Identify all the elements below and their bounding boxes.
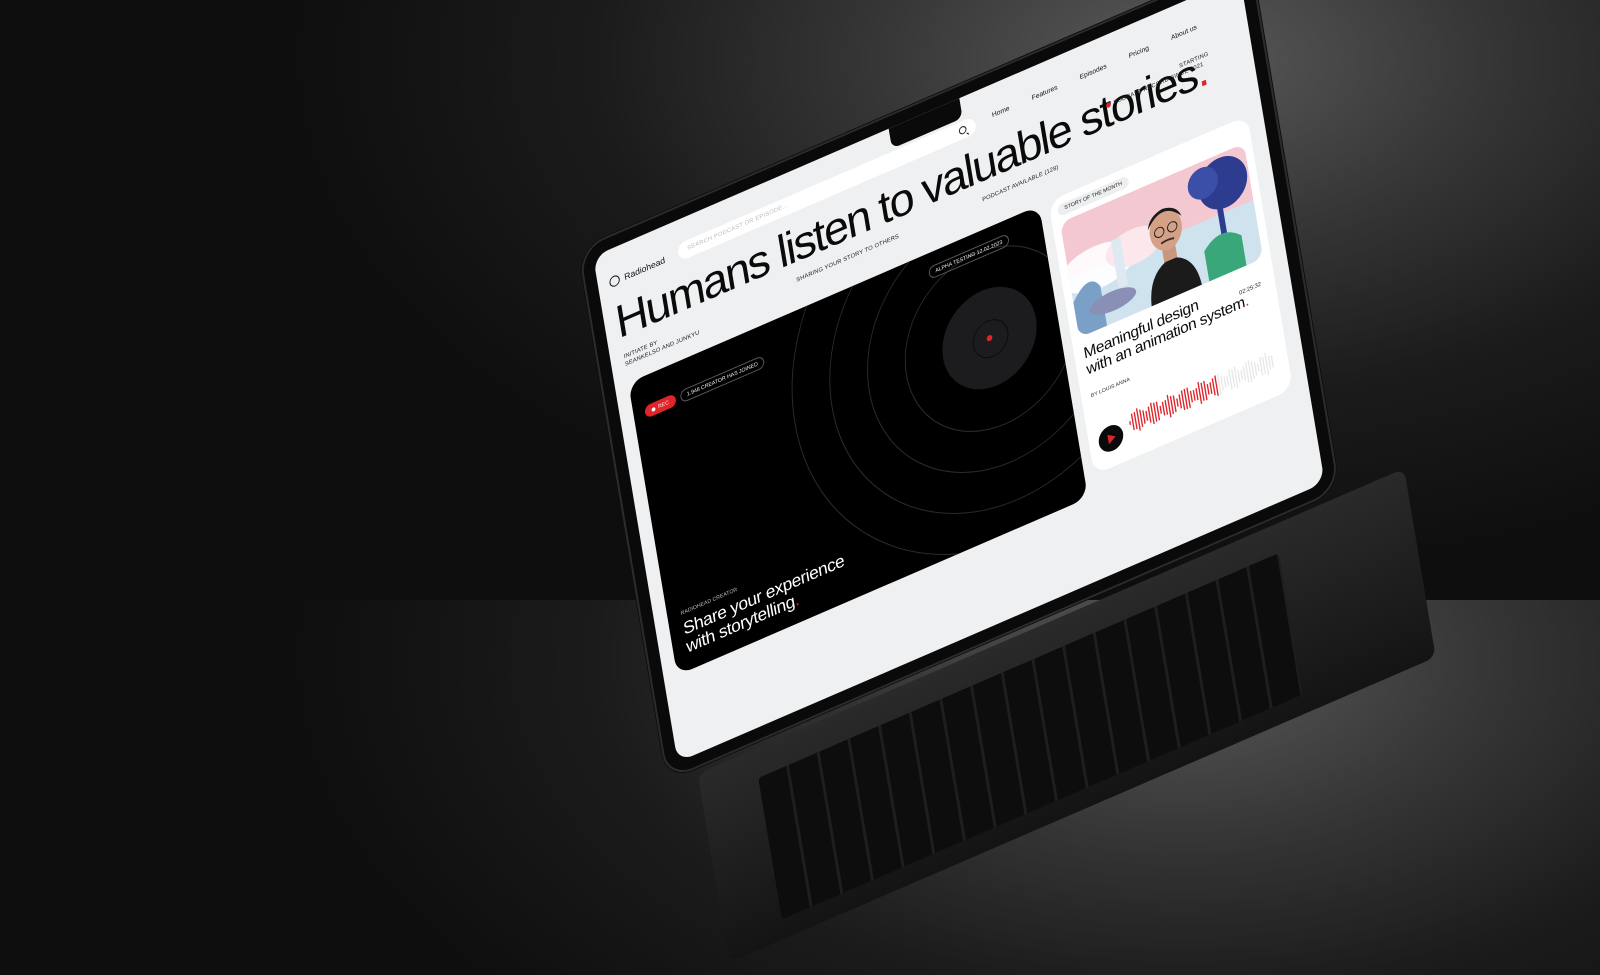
nav-episodes[interactable]: Episodes bbox=[1079, 63, 1107, 81]
brand-logo-icon bbox=[608, 273, 621, 289]
story-card[interactable]: STORY OF THE MONTH Meaningful design wit… bbox=[1048, 115, 1294, 475]
rec-label: REC bbox=[657, 399, 670, 410]
waveform-bar bbox=[1145, 410, 1149, 422]
waveform-bar bbox=[1226, 375, 1230, 387]
nav-pricing[interactable]: Pricing bbox=[1128, 45, 1149, 60]
waveform-bar bbox=[1195, 387, 1199, 401]
play-icon[interactable] bbox=[1096, 420, 1126, 456]
waveform-bar bbox=[1178, 394, 1183, 409]
waveform-bar bbox=[1176, 398, 1179, 407]
waveform-bar bbox=[1142, 410, 1146, 424]
waveform-bar bbox=[1270, 355, 1274, 368]
rec-badge[interactable]: REC bbox=[644, 393, 677, 419]
waveform-bar bbox=[1220, 375, 1224, 391]
waveform-bar bbox=[1240, 370, 1244, 380]
audio-waveform[interactable] bbox=[1126, 338, 1282, 444]
waveform-bar bbox=[1159, 405, 1163, 414]
waveform-bar bbox=[1129, 420, 1132, 426]
search-icon[interactable] bbox=[958, 124, 968, 136]
nav-about[interactable]: About us bbox=[1171, 24, 1198, 42]
waveform-bar bbox=[1192, 389, 1196, 401]
waveform-bar bbox=[1242, 366, 1247, 381]
record-dot-icon bbox=[651, 406, 656, 412]
waveform-bar bbox=[1189, 390, 1194, 403]
waveform-bar bbox=[1161, 401, 1166, 416]
joined-badge: 1.948 CREATOR HAS JOINED bbox=[679, 354, 766, 404]
waveform-bar bbox=[1206, 383, 1210, 395]
waveform-bar bbox=[1164, 399, 1169, 415]
waveform-bar bbox=[1237, 369, 1241, 383]
waveform-bar bbox=[1267, 355, 1272, 371]
record-dot-icon bbox=[1105, 101, 1112, 109]
story-author: BY LOUIS ANNA bbox=[1090, 376, 1131, 400]
waveform-bar bbox=[1223, 376, 1227, 388]
waveform-bar bbox=[1257, 363, 1260, 372]
nav-features[interactable]: Features bbox=[1031, 84, 1058, 102]
nav-home[interactable]: Home bbox=[992, 105, 1010, 119]
waveform-bar bbox=[1209, 382, 1213, 395]
laptop-mockup: Radiohead SEARCH PODCAST OR EPISODE... H… bbox=[580, 0, 1436, 963]
waveform-bar bbox=[1253, 361, 1258, 376]
